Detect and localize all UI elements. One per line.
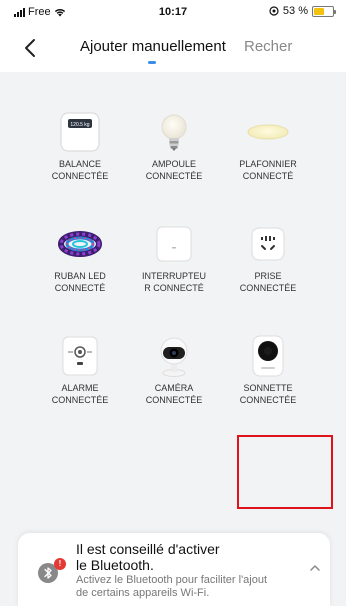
- device-label-line2: CONNECTÉE: [51, 171, 109, 181]
- device-label: PLAFONNIER CONNECTÉ: [218, 158, 318, 182]
- alarm-icon: [58, 334, 102, 378]
- camera-icon: [152, 334, 196, 378]
- device-label-line2: R CONNECTÉ: [144, 283, 204, 293]
- device-label: CAMÉRA CONNECTÉE: [124, 382, 224, 406]
- plug-icon: [246, 222, 290, 266]
- device-tile-bulb[interactable]: AMPOULE CONNECTÉE: [124, 110, 224, 200]
- device-label-line1: PLAFONNIER: [239, 159, 297, 169]
- scale-display: 120.5 kg: [70, 122, 89, 128]
- device-label-line1: INTERRUPTEU: [141, 271, 206, 281]
- location-icon: [269, 6, 279, 16]
- device-label: AMPOULE CONNECTÉE: [124, 158, 224, 182]
- tab-manual-add[interactable]: Ajouter manuellement: [80, 38, 226, 55]
- device-label-line1: PRISE: [254, 271, 282, 281]
- device-label-line2: CONNECTÉ: [54, 283, 106, 293]
- banner-title-line2: le Bluetooth.: [76, 557, 154, 573]
- switch-icon: [152, 222, 196, 266]
- device-label-line1: AMPOULE: [151, 159, 196, 169]
- device-label-line1: CAMÉRA: [154, 383, 194, 393]
- bulb-icon: [152, 110, 196, 154]
- status-right: 53 %: [269, 5, 336, 17]
- device-tile-camera[interactable]: CAMÉRA CONNECTÉE: [124, 334, 224, 424]
- banner-title-line1: Il est conseillé d'activer: [76, 541, 220, 557]
- device-label: RUBAN LED CONNECTÉ: [30, 270, 130, 294]
- alert-badge: !: [54, 558, 66, 570]
- led-strip-icon: [58, 222, 102, 266]
- banner-text-line1: Activez le Bluetooth pour faciliter l'aj…: [76, 574, 268, 586]
- selection-highlight: [237, 435, 333, 509]
- device-label-line2: CONNECTÉE: [239, 395, 297, 405]
- device-label: INTERRUPTEU R CONNECTÉ: [124, 270, 224, 294]
- device-label-line2: CONNECTÉE: [145, 171, 203, 181]
- scale-icon: 120.5 kg: [58, 110, 102, 154]
- device-label: BALANCE CONNECTÉE: [30, 158, 130, 182]
- doorbell-icon: [246, 334, 290, 378]
- status-bar: Free 10:17 53 %: [0, 0, 346, 26]
- device-label-line1: BALANCE: [58, 159, 102, 169]
- device-label-line1: ALARME: [61, 383, 99, 393]
- bluetooth-banner[interactable]: ! Il est conseillé d'activer le Bluetoot…: [18, 533, 330, 606]
- device-label: PRISE CONNECTÉE: [218, 270, 318, 294]
- device-tile-doorbell[interactable]: SONNETTE CONNECTÉE: [218, 334, 318, 424]
- tab-search[interactable]: Recher: [244, 38, 292, 55]
- device-tile-plug[interactable]: PRISE CONNECTÉE: [218, 222, 318, 312]
- battery-fill: [314, 7, 324, 15]
- device-label-line2: CONNECTÉE: [239, 283, 297, 293]
- device-label-line2: CONNECTÉE: [51, 395, 109, 405]
- device-tile-ceiling-light[interactable]: PLAFONNIER CONNECTÉ: [218, 110, 318, 200]
- ceiling-light-icon: [246, 110, 290, 154]
- banner-title: Il est conseillé d'activer le Bluetooth.: [76, 541, 220, 573]
- back-button[interactable]: [20, 36, 42, 60]
- device-tile-led-strip[interactable]: RUBAN LED CONNECTÉ: [30, 222, 130, 312]
- active-tab-indicator: [148, 61, 156, 64]
- device-label: SONNETTE CONNECTÉE: [218, 382, 318, 406]
- device-tile-switch[interactable]: INTERRUPTEU R CONNECTÉ: [124, 222, 224, 312]
- device-tile-scale[interactable]: 120.5 kg BALANCE CONNECTÉE: [30, 110, 130, 200]
- battery-icon: [312, 5, 336, 17]
- device-label-line2: CONNECTÉE: [145, 395, 203, 405]
- device-label-line1: RUBAN LED: [54, 271, 106, 281]
- chevron-up-icon[interactable]: [308, 563, 322, 573]
- battery-percent: 53 %: [282, 5, 308, 17]
- banner-text: Activez le Bluetooth pour faciliter l'aj…: [76, 574, 316, 600]
- banner-text-line2: de certains appareils Wi-Fi.: [76, 587, 210, 599]
- device-label-line1: SONNETTE: [243, 383, 293, 393]
- device-label: ALARME CONNECTÉE: [30, 382, 130, 406]
- nav-bar: Ajouter manuellement Recher: [0, 26, 346, 72]
- device-label-line2: CONNECTÉ: [242, 171, 294, 181]
- device-tile-alarm[interactable]: ALARME CONNECTÉE: [30, 334, 130, 424]
